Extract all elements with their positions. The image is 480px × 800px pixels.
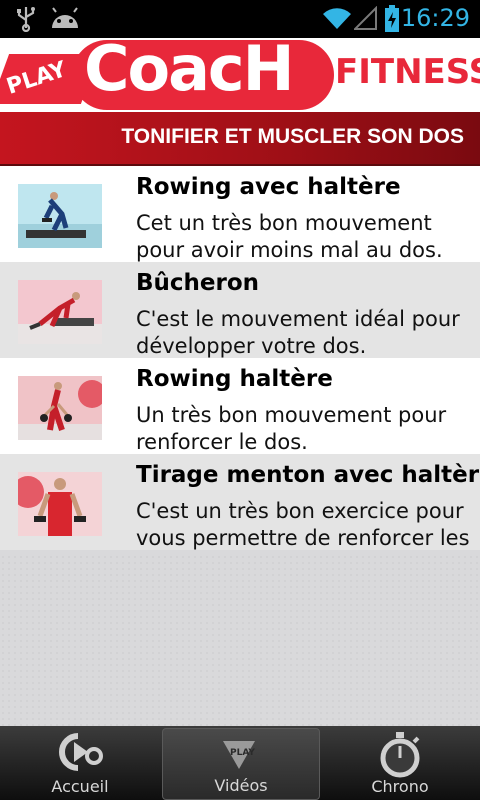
section-title-bar: TONIFIER ET MUSCLER SON DOS — [0, 112, 480, 166]
video-description-line: vous permettre de renforcer les — [136, 526, 470, 550]
video-description: C'est le mouvement idéal pour développer… — [136, 306, 480, 358]
clock: 16:29 — [400, 4, 470, 32]
video-thumbnail — [18, 472, 102, 536]
stopwatch-icon — [380, 732, 420, 778]
svg-text:PLAY: PLAY — [230, 748, 255, 758]
status-bar: 16:29 — [0, 0, 480, 38]
video-description-line: C'est un très bon exercice pour — [136, 499, 464, 523]
home-play-icon — [59, 733, 103, 771]
video-title: Tirage menton avec haltères — [136, 462, 480, 488]
android-icon — [52, 7, 78, 28]
tab-videos-label: Vidéos — [214, 776, 268, 795]
video-description-line: développer votre dos. — [136, 334, 367, 358]
play-video-icon: PLAY — [223, 741, 255, 769]
video-title: Rowing haltère — [136, 366, 333, 392]
video-list-item[interactable]: Tirage menton avec haltères C'est un trè… — [0, 454, 480, 550]
video-list-item[interactable]: Rowing haltère Un très bon mouvement pou… — [0, 358, 480, 454]
video-description-line: renforcer le dos. — [136, 430, 308, 454]
video-list-item[interactable]: Bûcheron C'est le mouvement idéal pour d… — [0, 262, 480, 358]
tab-accueil-label: Accueil — [51, 777, 109, 796]
video-description: Un très bon mouvement pour renforcer le … — [136, 402, 480, 454]
wifi-icon — [323, 8, 351, 29]
video-list: Rowing avec haltère Cet un très bon mouv… — [0, 166, 480, 550]
video-description-line: C'est le mouvement idéal pour — [136, 307, 460, 331]
tab-chrono[interactable]: Chrono — [320, 726, 480, 800]
app-logo-banner: PLAY CoacH FITNESS — [0, 38, 480, 112]
video-thumbnail — [18, 376, 102, 440]
tab-videos[interactable]: PLAY Vidéos — [162, 728, 320, 800]
video-description-line: Cet un très bon mouvement — [136, 211, 432, 235]
video-list-item[interactable]: Rowing avec haltère Cet un très bon mouv… — [0, 166, 480, 262]
bottom-tab-bar: Accueil PLAY Vidéos Chrono — [0, 726, 480, 800]
video-description: Cet un très bon mouvement pour avoir moi… — [136, 210, 480, 262]
video-thumbnail — [18, 184, 102, 248]
tab-accueil[interactable]: Accueil — [0, 726, 160, 800]
video-description: C'est un très bon exercice pour vous per… — [136, 498, 480, 550]
list-empty-area — [0, 554, 480, 726]
page-title: TONIFIER ET MUSCLER SON DOS — [121, 125, 464, 148]
logo-coach-text: CoacH — [84, 38, 295, 105]
video-description-line: Un très bon mouvement pour — [136, 403, 447, 427]
video-thumbnail — [18, 280, 102, 344]
battery-charging-icon — [385, 5, 399, 32]
video-title: Rowing avec haltère — [136, 174, 401, 200]
video-title: Bûcheron — [136, 270, 260, 296]
logo-fitness-text: FITNESS — [335, 52, 480, 92]
tab-chrono-label: Chrono — [371, 777, 429, 796]
video-description-line: pour avoir moins mal au dos. — [136, 238, 443, 262]
usb-icon — [17, 7, 35, 32]
signal-icon — [354, 6, 377, 30]
